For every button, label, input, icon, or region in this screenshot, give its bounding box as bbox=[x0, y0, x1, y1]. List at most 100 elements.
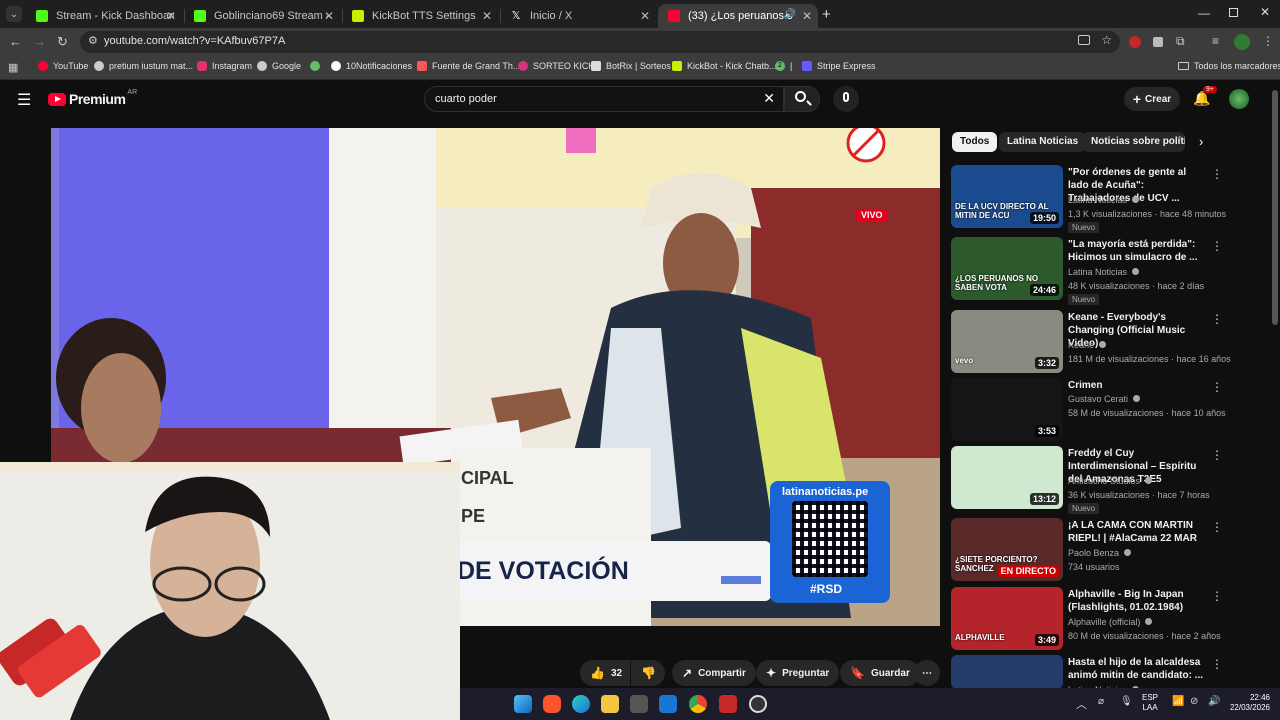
tab-goblinciano-stream[interactable]: Goblinciano69 Stream - Watch ✕ bbox=[184, 4, 340, 28]
clear-search-icon[interactable]: ✕ bbox=[763, 90, 775, 107]
file-explorer-icon[interactable] bbox=[601, 695, 619, 713]
bookmark-google[interactable]: Google bbox=[257, 61, 301, 71]
bookmark-kickbot[interactable]: KickBot - Kick Chatb... bbox=[672, 61, 777, 71]
more-vertical-icon[interactable]: ⋮ bbox=[1211, 589, 1223, 603]
app-icon[interactable] bbox=[719, 695, 737, 713]
bookmark-whatsapp[interactable]: 2 | bbox=[775, 61, 792, 71]
close-tab-icon[interactable]: ✕ bbox=[482, 9, 492, 23]
video-thumbnail[interactable]: DE LA UCV DIRECTO AL MITIN DE ACU 19:50 bbox=[951, 165, 1063, 228]
more-actions-button[interactable]: ⋯ bbox=[914, 660, 940, 686]
all-bookmarks-folder[interactable]: Todos los marcadores bbox=[1178, 61, 1280, 71]
channel-name[interactable]: Alphaville (official) bbox=[1068, 617, 1152, 627]
minimize-icon[interactable]: — bbox=[1198, 6, 1210, 20]
related-video-item[interactable]: vevo 3:32 Keane - Everybody's Changing (… bbox=[951, 310, 1231, 374]
voice-search-button[interactable] bbox=[833, 86, 859, 112]
muted-icon[interactable]: ⌀ bbox=[1098, 696, 1104, 707]
page-scrollbar[interactable] bbox=[1272, 90, 1278, 325]
new-tab-button[interactable]: + bbox=[822, 6, 831, 23]
video-title[interactable]: ¡A LA CAMA CON MARTIN RIEPL! | #AlaCama … bbox=[1068, 519, 1208, 545]
hamburger-menu-icon[interactable]: ☰ bbox=[17, 90, 31, 110]
search-input[interactable]: cuarto poder ✕ bbox=[424, 86, 784, 112]
close-tab-icon[interactable]: ✕ bbox=[802, 9, 812, 23]
chevron-right-icon[interactable]: › bbox=[1199, 134, 1203, 149]
mail-icon[interactable] bbox=[659, 695, 677, 713]
brave-icon[interactable] bbox=[543, 695, 561, 713]
video-title[interactable]: Crimen bbox=[1068, 379, 1208, 392]
like-button[interactable]: 👍 32 bbox=[580, 660, 630, 686]
channel-name[interactable]: Keane bbox=[1068, 340, 1106, 350]
tab-youtube-active[interactable]: (33) ¿Los peruanos saben v 🔊 ✕ bbox=[658, 4, 818, 28]
chip-latina-noticias[interactable]: Latina Noticias bbox=[999, 132, 1087, 152]
bookmark-unnamed[interactable] bbox=[310, 61, 325, 71]
address-bar[interactable]: ⚙ youtube.com/watch?v=KAfbuv67P7A ☆ bbox=[80, 31, 1120, 53]
clock[interactable]: 22:46 22/03/2026 bbox=[1224, 693, 1270, 713]
notifications-button[interactable]: 🔔 9+ bbox=[1193, 86, 1217, 108]
video-title[interactable]: Alphaville - Big In Japan (Flashlights, … bbox=[1068, 588, 1208, 614]
create-button[interactable]: + Crear bbox=[1124, 87, 1180, 111]
store-icon[interactable] bbox=[630, 695, 648, 713]
video-thumbnail[interactable]: 3:53 bbox=[951, 378, 1063, 441]
share-button[interactable]: ↗ Compartir bbox=[672, 660, 756, 686]
bookmark-pretium[interactable]: pretium iustum mat... bbox=[94, 61, 193, 71]
volume-icon[interactable]: 🔊 bbox=[1208, 696, 1220, 707]
bookmark-notifications[interactable]: 10Notificaciones bbox=[331, 61, 412, 71]
install-app-icon[interactable] bbox=[1078, 35, 1090, 45]
chevron-up-icon[interactable]: ︿ bbox=[1076, 696, 1087, 712]
more-vertical-icon[interactable]: ⋮ bbox=[1211, 312, 1223, 326]
bookmark-sorteo-kick[interactable]: SORTEO KICK bbox=[518, 61, 594, 71]
network-icon[interactable]: ⊘ bbox=[1190, 696, 1198, 707]
channel-name[interactable]: Gustavo Cerati bbox=[1068, 394, 1140, 404]
video-thumbnail[interactable] bbox=[951, 655, 1063, 689]
bookmark-star-icon[interactable]: ☆ bbox=[1101, 33, 1112, 47]
youtube-logo[interactable]: Premium AR bbox=[48, 89, 137, 107]
video-thumbnail[interactable]: ¿SIETE PORCIENTO? SANCHEZ EN DIRECTO bbox=[951, 518, 1063, 581]
back-icon[interactable]: ← bbox=[9, 34, 22, 49]
tab-search-button[interactable]: ⌄ bbox=[6, 6, 22, 22]
obs-icon[interactable] bbox=[749, 695, 767, 713]
edge-icon[interactable] bbox=[572, 695, 590, 713]
extension-icon[interactable] bbox=[1129, 36, 1141, 48]
related-video-item[interactable]: ¿SIETE PORCIENTO? SANCHEZ EN DIRECTO ¡A … bbox=[951, 518, 1223, 582]
extensions-puzzle-icon[interactable]: ⧉ bbox=[1176, 34, 1185, 49]
wifi-icon[interactable]: 📶 bbox=[1172, 696, 1184, 707]
search-button[interactable] bbox=[784, 86, 820, 112]
dislike-button[interactable]: 👎 bbox=[631, 660, 665, 686]
close-tab-icon[interactable]: ✕ bbox=[640, 9, 650, 23]
save-button[interactable]: 🔖 Guardar bbox=[840, 660, 920, 686]
tab-kickbot-tts[interactable]: KickBot TTS Settings ✕ bbox=[342, 4, 498, 28]
tab-kick-dashboard[interactable]: Stream - Kick Dashboard ✕ bbox=[26, 4, 182, 28]
account-avatar[interactable] bbox=[1229, 89, 1249, 109]
close-tab-icon[interactable]: ✕ bbox=[324, 9, 334, 23]
related-video-item[interactable]: DE LA UCV DIRECTO AL MITIN DE ACU 19:50 … bbox=[951, 165, 1226, 233]
windows-start-icon[interactable] bbox=[514, 695, 532, 713]
apps-grid-icon[interactable]: ▦ bbox=[8, 61, 18, 74]
channel-name[interactable]: Latina Noticias bbox=[1068, 195, 1139, 205]
more-vertical-icon[interactable]: ⋮ bbox=[1211, 657, 1223, 671]
video-thumbnail[interactable]: 13:12 bbox=[951, 446, 1063, 509]
bookmark-botrix[interactable]: BotRix | Sorteos bbox=[591, 61, 671, 71]
profile-avatar[interactable] bbox=[1234, 34, 1250, 50]
chrome-icon[interactable] bbox=[689, 695, 707, 713]
more-vertical-icon[interactable]: ⋮ bbox=[1211, 239, 1223, 253]
chip-noticias-politica[interactable]: Noticias sobre política bbox=[1083, 132, 1185, 152]
bookmark-youtube[interactable]: YouTube bbox=[38, 61, 88, 71]
channel-name[interactable]: Anticucho Studios bbox=[1068, 476, 1152, 486]
reload-icon[interactable]: ↻ bbox=[57, 34, 68, 50]
more-vertical-icon[interactable]: ⋮ bbox=[1211, 520, 1223, 534]
close-tab-icon[interactable]: ✕ bbox=[166, 9, 176, 23]
bookmark-stripe[interactable]: Stripe Express bbox=[802, 61, 876, 71]
forward-icon[interactable]: → bbox=[33, 34, 46, 49]
chip-todos[interactable]: Todos bbox=[952, 132, 998, 152]
related-video-item[interactable]: ¿LOS PERUANOS NO SABEN VOTA 24:46 "La ma… bbox=[951, 237, 1223, 305]
related-video-item[interactable]: ALPHAVILLE 3:49 Alphaville - Big In Japa… bbox=[951, 587, 1223, 651]
site-info-icon[interactable]: ⚙ bbox=[88, 34, 98, 47]
more-vertical-icon[interactable]: ⋮ bbox=[1211, 380, 1223, 394]
more-vertical-icon[interactable]: ⋮ bbox=[1211, 448, 1223, 462]
tab-x-home[interactable]: 𝕏 Inicio / X ✕ bbox=[500, 4, 656, 28]
related-video-item[interactable]: 3:53 Crimen Gustavo Cerati 58 M de visua… bbox=[951, 378, 1226, 442]
bookmark-instagram[interactable]: Instagram bbox=[197, 61, 252, 71]
reading-list-icon[interactable]: ≡ bbox=[1212, 34, 1219, 48]
bookmark-gta[interactable]: Fuente de Grand Th... bbox=[417, 61, 520, 71]
restore-icon[interactable] bbox=[1229, 8, 1238, 17]
related-video-item[interactable]: 13:12 Freddy el Cuy Interdimensional – E… bbox=[951, 446, 1223, 514]
